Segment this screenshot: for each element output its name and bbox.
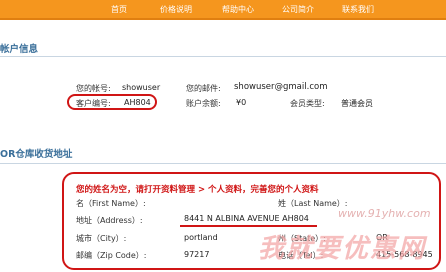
nav-item-pricing[interactable]: 价格说明 — [160, 0, 192, 20]
account-section-title: 帐户信息 — [0, 44, 39, 55]
address-section-title: OR仓库收货地址 — [0, 149, 73, 160]
balance-value: ¥0 — [236, 98, 247, 107]
address-underline — [180, 225, 317, 227]
zip-code-label: 邮编（Zip Code）: — [76, 251, 147, 260]
member-type-value: 普通会员 — [341, 99, 373, 108]
nav-item-about[interactable]: 公司简介 — [282, 0, 314, 20]
email-label: 您的邮件: — [186, 84, 221, 93]
customer-number-label: 客户编号: — [76, 99, 111, 108]
nav-item-home[interactable]: 首页 — [111, 0, 127, 20]
member-type-label: 会员类型: — [290, 99, 325, 108]
account-section-divider — [0, 56, 446, 57]
balance-label: 账户余额: — [186, 99, 221, 108]
first-name-label: 名（First Name）: — [76, 199, 146, 208]
address-value: 8441 N ALBINA AVENUE AH804 — [184, 214, 309, 223]
city-value: portland — [184, 233, 218, 242]
username-label: 您的帐号: — [76, 84, 111, 93]
nav-item-contact[interactable]: 联系我们 — [342, 0, 374, 20]
top-nav-bar: 首页 价格说明 帮助中心 公司简介 联系我们 — [0, 0, 446, 20]
watermark-url: www.91yhw.com — [338, 207, 431, 220]
address-label: 地址（Address）: — [76, 216, 143, 225]
zip-code-value: 97217 — [184, 250, 210, 259]
city-label: 城市（City）: — [76, 234, 127, 243]
nav-item-help-center[interactable]: 帮助中心 — [222, 0, 254, 20]
empty-name-notice: 您的姓名为空，请打开资料管理 > 个人资料，完善您的个人资料 — [76, 185, 319, 195]
username-value: showuser — [122, 83, 161, 92]
email-value: showuser@gmail.com — [234, 82, 328, 92]
address-section-divider — [0, 163, 446, 164]
customer-number-value: AH804 — [124, 98, 151, 107]
watermark-brand: 我就要优惠网 — [258, 234, 427, 264]
